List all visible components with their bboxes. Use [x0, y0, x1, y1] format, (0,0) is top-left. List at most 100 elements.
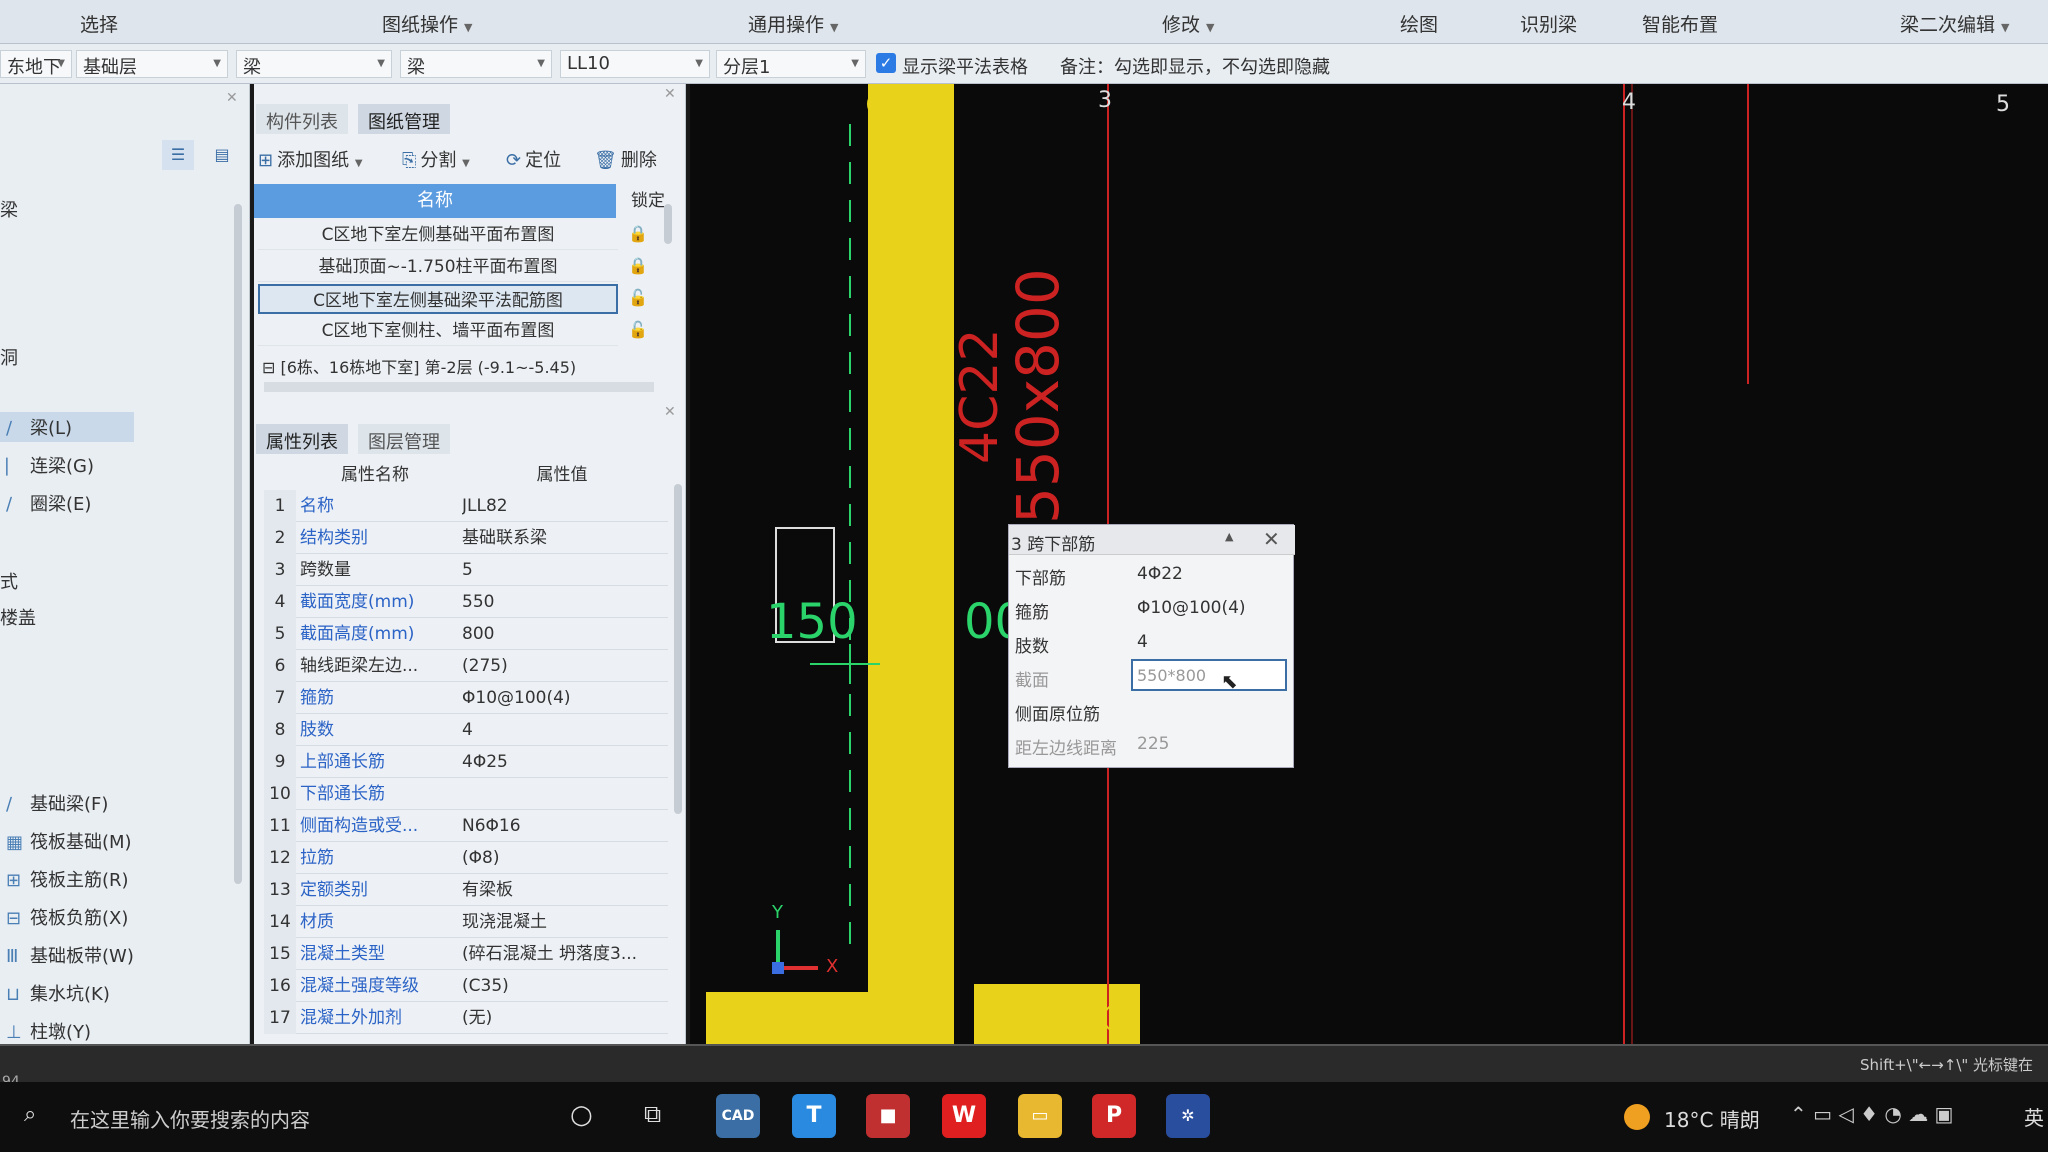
popup-row-stirrup[interactable]: 箍筋 Φ10@100(4) — [1009, 591, 1295, 625]
weather-text[interactable]: 18°C 晴朗 — [1664, 1104, 1760, 1133]
popup-close-icon[interactable]: ✕ — [1263, 527, 1280, 551]
drawing-hscrollbar[interactable] — [264, 382, 654, 392]
nav-item-raft[interactable]: ▦ 筏板基础(M) — [6, 828, 132, 854]
nav-item-sump[interactable]: ⊔ 集水坑(K) — [6, 980, 110, 1006]
property-row[interactable]: 10 下部通长筋 — [264, 778, 668, 810]
close-icon[interactable]: ✕ — [664, 404, 676, 420]
nav-item-slab-band[interactable]: Ⅲ 基础板带(W) — [6, 942, 134, 968]
drawing-group[interactable]: ⊟ [6栋、16栋地下室] 第-2层 (-9.1~-5.45) — [262, 354, 576, 378]
name-select[interactable]: LL10 ▼ — [560, 50, 710, 78]
nav-item-raft-neg[interactable]: ⊟ 筏板负筋(X) — [6, 904, 128, 930]
ribbon-drawing-ops[interactable]: 图纸操作 ▼ — [382, 10, 472, 37]
property-row[interactable]: 8 肢数 4 — [264, 714, 668, 746]
unlock-icon[interactable]: 🔓 — [626, 284, 650, 312]
property-value[interactable]: 5 — [462, 554, 668, 586]
ribbon-general-ops[interactable]: 通用操作 ▼ — [748, 10, 838, 37]
detail-view-icon[interactable]: ▤ — [206, 140, 238, 170]
property-value[interactable]: 4Φ25 — [462, 746, 668, 778]
drawing-vscrollbar[interactable] — [664, 204, 672, 244]
property-row[interactable]: 5 截面高度(mm) 800 — [264, 618, 668, 650]
property-row[interactable]: 14 材质 现浇混凝土 — [264, 906, 668, 938]
property-row[interactable]: 7 箍筋 Φ10@100(4) — [264, 682, 668, 714]
drawing-row-selected[interactable]: C区地下室左侧基础梁平法配筋图 — [258, 284, 618, 314]
tab-property-list[interactable]: 属性列表 — [256, 424, 348, 454]
type-select-2[interactable]: 梁 ▼ — [400, 50, 552, 78]
folder-icon[interactable]: ▭ — [1018, 1094, 1062, 1138]
split-button[interactable]: ⎘ 分割 ▼ — [402, 146, 470, 172]
nav-item-link-beam[interactable]: ⎸ 连梁(G) — [6, 452, 94, 478]
tab-component-list[interactable]: 构件列表 — [256, 104, 348, 134]
floor-select[interactable]: 东地下 ▼ — [0, 50, 72, 78]
property-row[interactable]: 17 混凝土外加剂 (无) — [264, 1002, 668, 1034]
drawing-row[interactable]: 基础顶面~-1.750柱平面布置图 — [258, 252, 618, 282]
property-row[interactable]: 2 结构类别 基础联系梁 — [264, 522, 668, 554]
property-value[interactable]: 800 — [462, 618, 668, 650]
nav-item-beam[interactable]: ∕ 梁(L) — [0, 412, 134, 442]
ribbon-draw[interactable]: 绘图 — [1400, 10, 1438, 37]
property-row[interactable]: 15 混凝土类型 (碎石混凝土 坍落度3... — [264, 938, 668, 970]
property-row[interactable]: 13 定额类别 有梁板 — [264, 874, 668, 906]
close-icon[interactable]: ✕ — [226, 90, 238, 106]
show-table-checkbox[interactable]: ✓ — [876, 53, 896, 73]
list-view-icon[interactable]: ☰ — [162, 140, 194, 170]
nav-item-pier[interactable]: ⊥ 柱墩(Y) — [6, 1018, 91, 1044]
ribbon-beam-edit[interactable]: 梁二次编辑 ▼ — [1900, 10, 2009, 37]
cad-canvas[interactable]: 3 4 5 3 4C22 550x800 150 00 Y X — [690, 84, 2048, 1044]
popup-row-bottom-rebar[interactable]: 下部筋 4Φ22 — [1009, 557, 1295, 591]
property-row[interactable]: 6 轴线距梁左边... (275) — [264, 650, 668, 682]
property-value[interactable]: 550 — [462, 586, 668, 618]
lock-icon[interactable]: 🔒 — [626, 220, 650, 248]
unlock-icon[interactable]: 🔓 — [626, 316, 650, 344]
property-value[interactable]: 4 — [462, 714, 668, 746]
ribbon-identify-beam[interactable]: 识别梁 — [1520, 10, 1577, 37]
lock-icon[interactable]: 🔒 — [626, 252, 650, 280]
property-row[interactable]: 12 拉筋 (Φ8) — [264, 842, 668, 874]
ime-indicator[interactable]: 英 — [2024, 1102, 2044, 1131]
property-row[interactable]: 4 截面宽度(mm) 550 — [264, 586, 668, 618]
office-app-icon[interactable]: ■ — [866, 1094, 910, 1138]
close-icon[interactable]: ✕ — [664, 86, 676, 102]
ribbon-select[interactable]: 选择 — [80, 10, 118, 37]
taskbar-search-input[interactable]: 在这里输入你要搜索的内容 — [70, 1104, 310, 1133]
property-value[interactable]: JLL82 — [462, 490, 668, 522]
property-value[interactable]: (碎石混凝土 坍落度3... — [462, 938, 668, 970]
property-value[interactable]: Φ10@100(4) — [462, 682, 668, 714]
property-value[interactable]: (Φ8) — [462, 842, 668, 874]
property-value[interactable]: N6Φ16 — [462, 810, 668, 842]
type-select-1[interactable]: 梁 ▼ — [236, 50, 392, 78]
property-value[interactable]: 基础联系梁 — [462, 522, 668, 554]
property-scrollbar[interactable] — [674, 484, 682, 814]
drawing-row[interactable]: C区地下室侧柱、墙平面布置图 — [258, 316, 618, 346]
popup-row-left-distance[interactable]: 距左边线距离 225 — [1009, 727, 1295, 761]
tab-drawing-manage[interactable]: 图纸管理 — [358, 104, 450, 134]
property-row[interactable]: 3 跨数量 5 — [264, 554, 668, 586]
ribbon-smart-layout[interactable]: 智能布置 — [1642, 10, 1718, 37]
ribbon-modify[interactable]: 修改 ▼ — [1162, 10, 1214, 37]
sublayer-select[interactable]: 分层1 ▼ — [716, 50, 866, 78]
layer-select[interactable]: 基础层 ▼ — [76, 50, 228, 78]
property-value[interactable]: (C35) — [462, 970, 668, 1002]
locate-button[interactable]: ⟳ 定位 — [506, 146, 561, 172]
nav-item-foundation-beam[interactable]: ∕ 基础梁(F) — [6, 790, 108, 816]
add-drawing-button[interactable]: ⊞ 添加图纸 ▼ — [258, 146, 363, 172]
popup-row-side-rebar[interactable]: 侧面原位筋 — [1009, 693, 1295, 727]
text-app-icon[interactable]: T — [792, 1094, 836, 1138]
property-value[interactable]: (275) — [462, 650, 668, 682]
nav-scrollbar[interactable] — [234, 204, 242, 884]
cortana-icon[interactable]: ○ — [570, 1100, 593, 1130]
nav-item-raft-main[interactable]: ⊞ 筏板主筋(R) — [6, 866, 129, 892]
popup-row-legs[interactable]: 肢数 4 — [1009, 625, 1295, 659]
tray-icons[interactable]: ⌃ ▭ ◁ ♦ ◔ ☁ ▣ — [1790, 1102, 1953, 1126]
property-row[interactable]: 9 上部通长筋 4Φ25 — [264, 746, 668, 778]
wps-app-icon[interactable]: W — [942, 1094, 986, 1138]
cad-app-icon[interactable]: CAD — [716, 1094, 760, 1138]
property-row[interactable]: 1 名称 JLL82 — [264, 490, 668, 522]
collapse-icon[interactable]: ⊟ — [262, 358, 281, 377]
glodon-app-icon[interactable]: ✲ — [1166, 1094, 1210, 1138]
section-input[interactable]: 550*800 — [1131, 659, 1287, 691]
property-value[interactable]: 有梁板 — [462, 874, 668, 906]
property-row[interactable]: 16 混凝土强度等级 (C35) — [264, 970, 668, 1002]
delete-button[interactable]: 🗑 删除 — [594, 146, 657, 172]
pdf-app-icon[interactable]: P — [1092, 1094, 1136, 1138]
property-value[interactable]: 现浇混凝土 — [462, 906, 668, 938]
